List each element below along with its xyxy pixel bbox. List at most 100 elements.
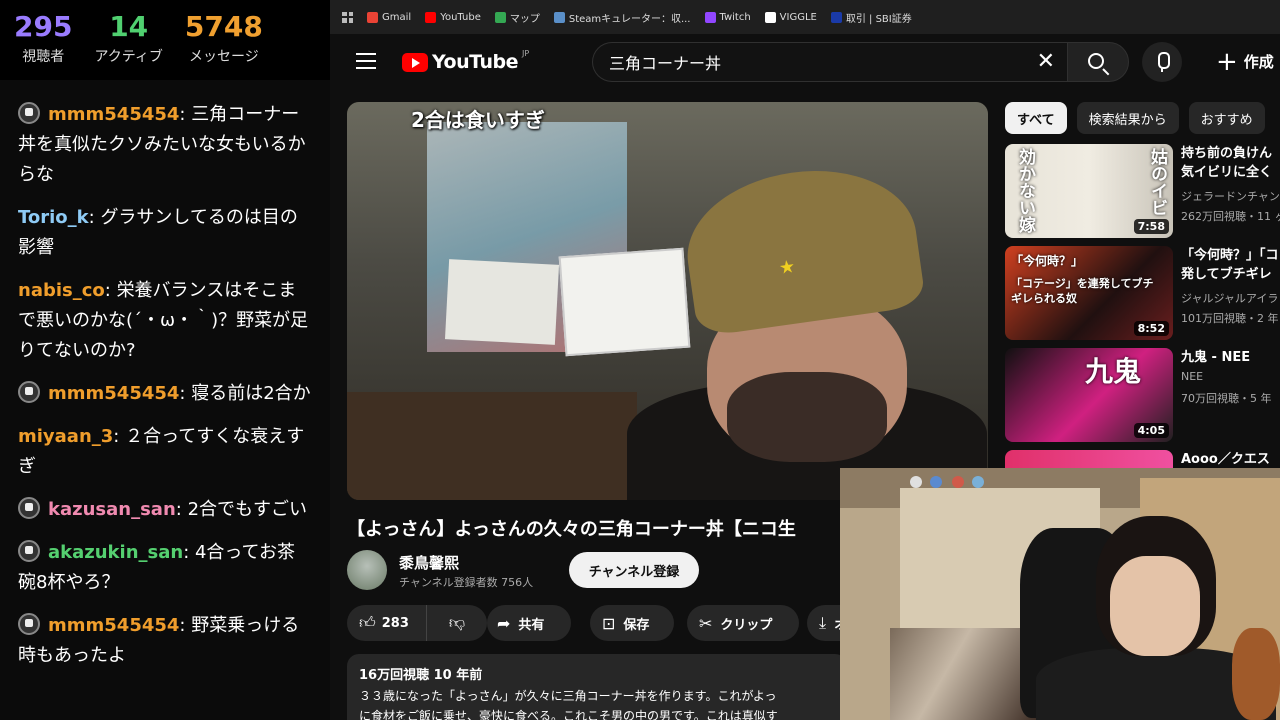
bookmark-favicon-icon [494, 11, 506, 23]
bookmark-label: マップ [509, 13, 540, 25]
download-icon: ⤓ [819, 613, 827, 632]
scissors-icon: ✂ [699, 613, 713, 633]
bookmark-favicon-icon [830, 11, 842, 23]
video-player[interactable]: ★ 2合は食いすぎ [347, 102, 988, 500]
niconama-sign [558, 247, 691, 357]
user-avatar-icon [18, 102, 40, 124]
voice-search-icon[interactable] [1142, 42, 1182, 82]
viewers-stat: 295 視聴者 [14, 10, 72, 80]
video-caption: 2合は食いすぎ [411, 108, 545, 132]
messages-stat: 5748 メッセージ [185, 10, 263, 80]
plus-icon: + [1216, 46, 1238, 77]
video-duration: 7:58 [1133, 219, 1169, 234]
video-description[interactable]: 16万回視聴 10 年前 ３３歳になった「よっさん」が久々に三角コーナー丼を作り… [347, 654, 847, 720]
bookmark-favicon-icon [367, 11, 378, 23]
recommended-title[interactable]: 九鬼 - NEE [1181, 348, 1280, 367]
clear-search-icon[interactable]: ✕ [1037, 51, 1055, 73]
bookmark-item[interactable]: マップ [494, 10, 540, 25]
chat-username: miyaan_3 [18, 426, 114, 447]
save-label: 保存 [623, 617, 650, 633]
recommended-title[interactable]: Aooo／クエスチ [1181, 450, 1280, 469]
bookmarks-bar: Gmail YouTube マップ Steamキュレーター：収... Twitch VIG… [330, 0, 1280, 34]
clip-button[interactable]: ✂ クリップ [687, 605, 799, 641]
filter-chip[interactable]: すべて [1005, 102, 1067, 134]
youtube-region: JP [521, 48, 530, 58]
chat-text: 寝る前は2合か [191, 383, 311, 404]
youtube-logo[interactable]: YouTube JP [402, 48, 530, 73]
recommended-channel[interactable]: NEE [1181, 370, 1203, 383]
video-thumbnail[interactable]: 「今何時？」「コテージ」を連発してブチギレられる奴 8:52 [1005, 246, 1173, 340]
like-button[interactable]: 👍︎ 283 [347, 605, 427, 641]
bookmark-item[interactable]: Twitch [704, 11, 751, 23]
dislike-button[interactable]: 👎︎ [427, 613, 487, 633]
chat-username: nabis_co [18, 280, 105, 301]
description-line-1: ３３歳になった「よっさん」が久々に三角コーナー丼を作ります。これがよっ [359, 689, 777, 703]
bookmark-label: Twitch [719, 11, 751, 23]
channel-name[interactable]: 黍鳥馨熙 [399, 552, 459, 573]
recommended-channel[interactable]: ジャルジャルアイラ [1181, 290, 1278, 306]
youtube-header: YouTube JP 三角コーナー丼 ✕ + 作成 [330, 34, 1280, 90]
webcam-overlay [840, 468, 1280, 720]
subscriber-count: チャンネル登録者数 756人 [399, 576, 534, 589]
recommended-meta: 101万回視聴・2 年 [1181, 312, 1279, 325]
chat-username: mmm545454 [48, 615, 180, 636]
chat-username: Torio_k [18, 207, 89, 228]
thumbnail-text: 「コテージ」を連発してブチギレられる奴 [1011, 277, 1154, 305]
video-duration: 8:52 [1133, 321, 1169, 336]
chat-username: mmm545454 [48, 104, 180, 125]
recommended-meta: 70万回視聴・5 年 [1181, 392, 1272, 405]
bookmark-item[interactable]: VIGGLE [764, 11, 817, 23]
bookmark-item[interactable]: YouTube [425, 11, 481, 23]
bookmark-label: VIGGLE [779, 11, 817, 23]
chat-message: Torio_k: グラサンしてるのは目の影響 [18, 207, 298, 258]
chat-message: akazukin_san: 4合ってお茶碗8杯やろ？ [18, 540, 295, 593]
views-date: 16万回視聴 10 年前 [359, 668, 483, 683]
active-label: アクティブ [94, 49, 163, 65]
recommended-title[interactable]: 「今何時？」「コ発してブチギレ [1181, 246, 1280, 284]
youtube-logo-text: YouTube [432, 51, 518, 73]
channel-avatar[interactable] [347, 550, 387, 590]
search-input[interactable]: 三角コーナー丼 ✕ [592, 42, 1067, 82]
recommended-channel[interactable]: ジェラードンチャン [1181, 188, 1280, 204]
viewers-label: 視聴者 [22, 49, 65, 65]
share-button[interactable]: ➦ 共有 [487, 605, 571, 641]
recommended-video[interactable]: 効かない嫁 姑のイビ 7:58 持ち前の負けん気イビリに全く動ジェラードンチャン 262… [1005, 144, 1280, 238]
like-count: 283 [381, 615, 409, 631]
user-avatar-icon [18, 540, 40, 562]
bookmark-label: 取引 | SBI証券 [845, 13, 912, 25]
create-button[interactable]: + 作成 [1216, 46, 1274, 77]
recommended-video[interactable]: 九鬼 4:05 九鬼 - NEE NEE 70万回視聴・5 年 [1005, 348, 1280, 442]
bookmark-item[interactable]: Steamキュレーター：収... [553, 10, 691, 25]
bookmark-item[interactable]: Gmail [367, 11, 411, 23]
subscribe-button[interactable]: チャンネル登録 [569, 552, 699, 588]
share-icon: ➦ [497, 613, 511, 633]
chat-message: mmm545454: 寝る前は2合か [18, 379, 312, 409]
filter-chip[interactable]: おすすめ [1188, 102, 1265, 134]
search-button[interactable] [1067, 42, 1129, 82]
recommended-title[interactable]: 持ち前の負けん気イビリに全く動 [1181, 144, 1280, 182]
video-thumbnail[interactable]: 効かない嫁 姑のイビ 7:58 [1005, 144, 1173, 238]
recommended-video[interactable]: 「今何時？」「コテージ」を連発してブチギレられる奴 8:52 「今何時？」「コ発して… [1005, 246, 1280, 340]
user-avatar-icon [18, 381, 40, 403]
apps-grid-icon[interactable] [342, 11, 353, 23]
thumbnail-text: 姑のイビ [1147, 148, 1167, 216]
thumbs-up-icon: 👍︎ [359, 613, 376, 632]
chat-overlay: 295 視聴者 14 アクティブ 5748 メッセージ mmm545454: 三… [0, 0, 330, 720]
save-button[interactable]: ⊡ 保存 [590, 605, 674, 641]
bookmark-item[interactable]: 取引 | SBI証券 [830, 10, 912, 25]
bookmark-favicon-icon [553, 11, 565, 23]
video-thumbnail[interactable]: 九鬼 4:05 [1005, 348, 1173, 442]
chat-message: kazusan_san: 2合でもすごい [18, 495, 312, 525]
description-line-2: に食材をご飯に乗せ、豪快に食べる。これこそ男の中の男です。これは真似す [359, 709, 778, 720]
thumbnail-text: 「今何時？」 [1011, 254, 1084, 268]
video-actions: 👍︎ 283 👎︎ ➦ 共有 ⊡ 保存 ✂ クリップ ⤓ オ [347, 605, 867, 641]
viewers-count: 295 [14, 10, 73, 43]
filter-chip[interactable]: 検索結果から [1076, 102, 1179, 134]
active-count: 14 [109, 10, 149, 43]
chat-username: kazusan_san [48, 499, 176, 520]
chat-username: mmm545454 [48, 383, 180, 404]
youtube-play-icon [402, 52, 428, 72]
create-label: 作成 [1243, 53, 1274, 71]
menu-icon[interactable] [356, 53, 376, 69]
video-duration: 4:05 [1133, 423, 1169, 438]
